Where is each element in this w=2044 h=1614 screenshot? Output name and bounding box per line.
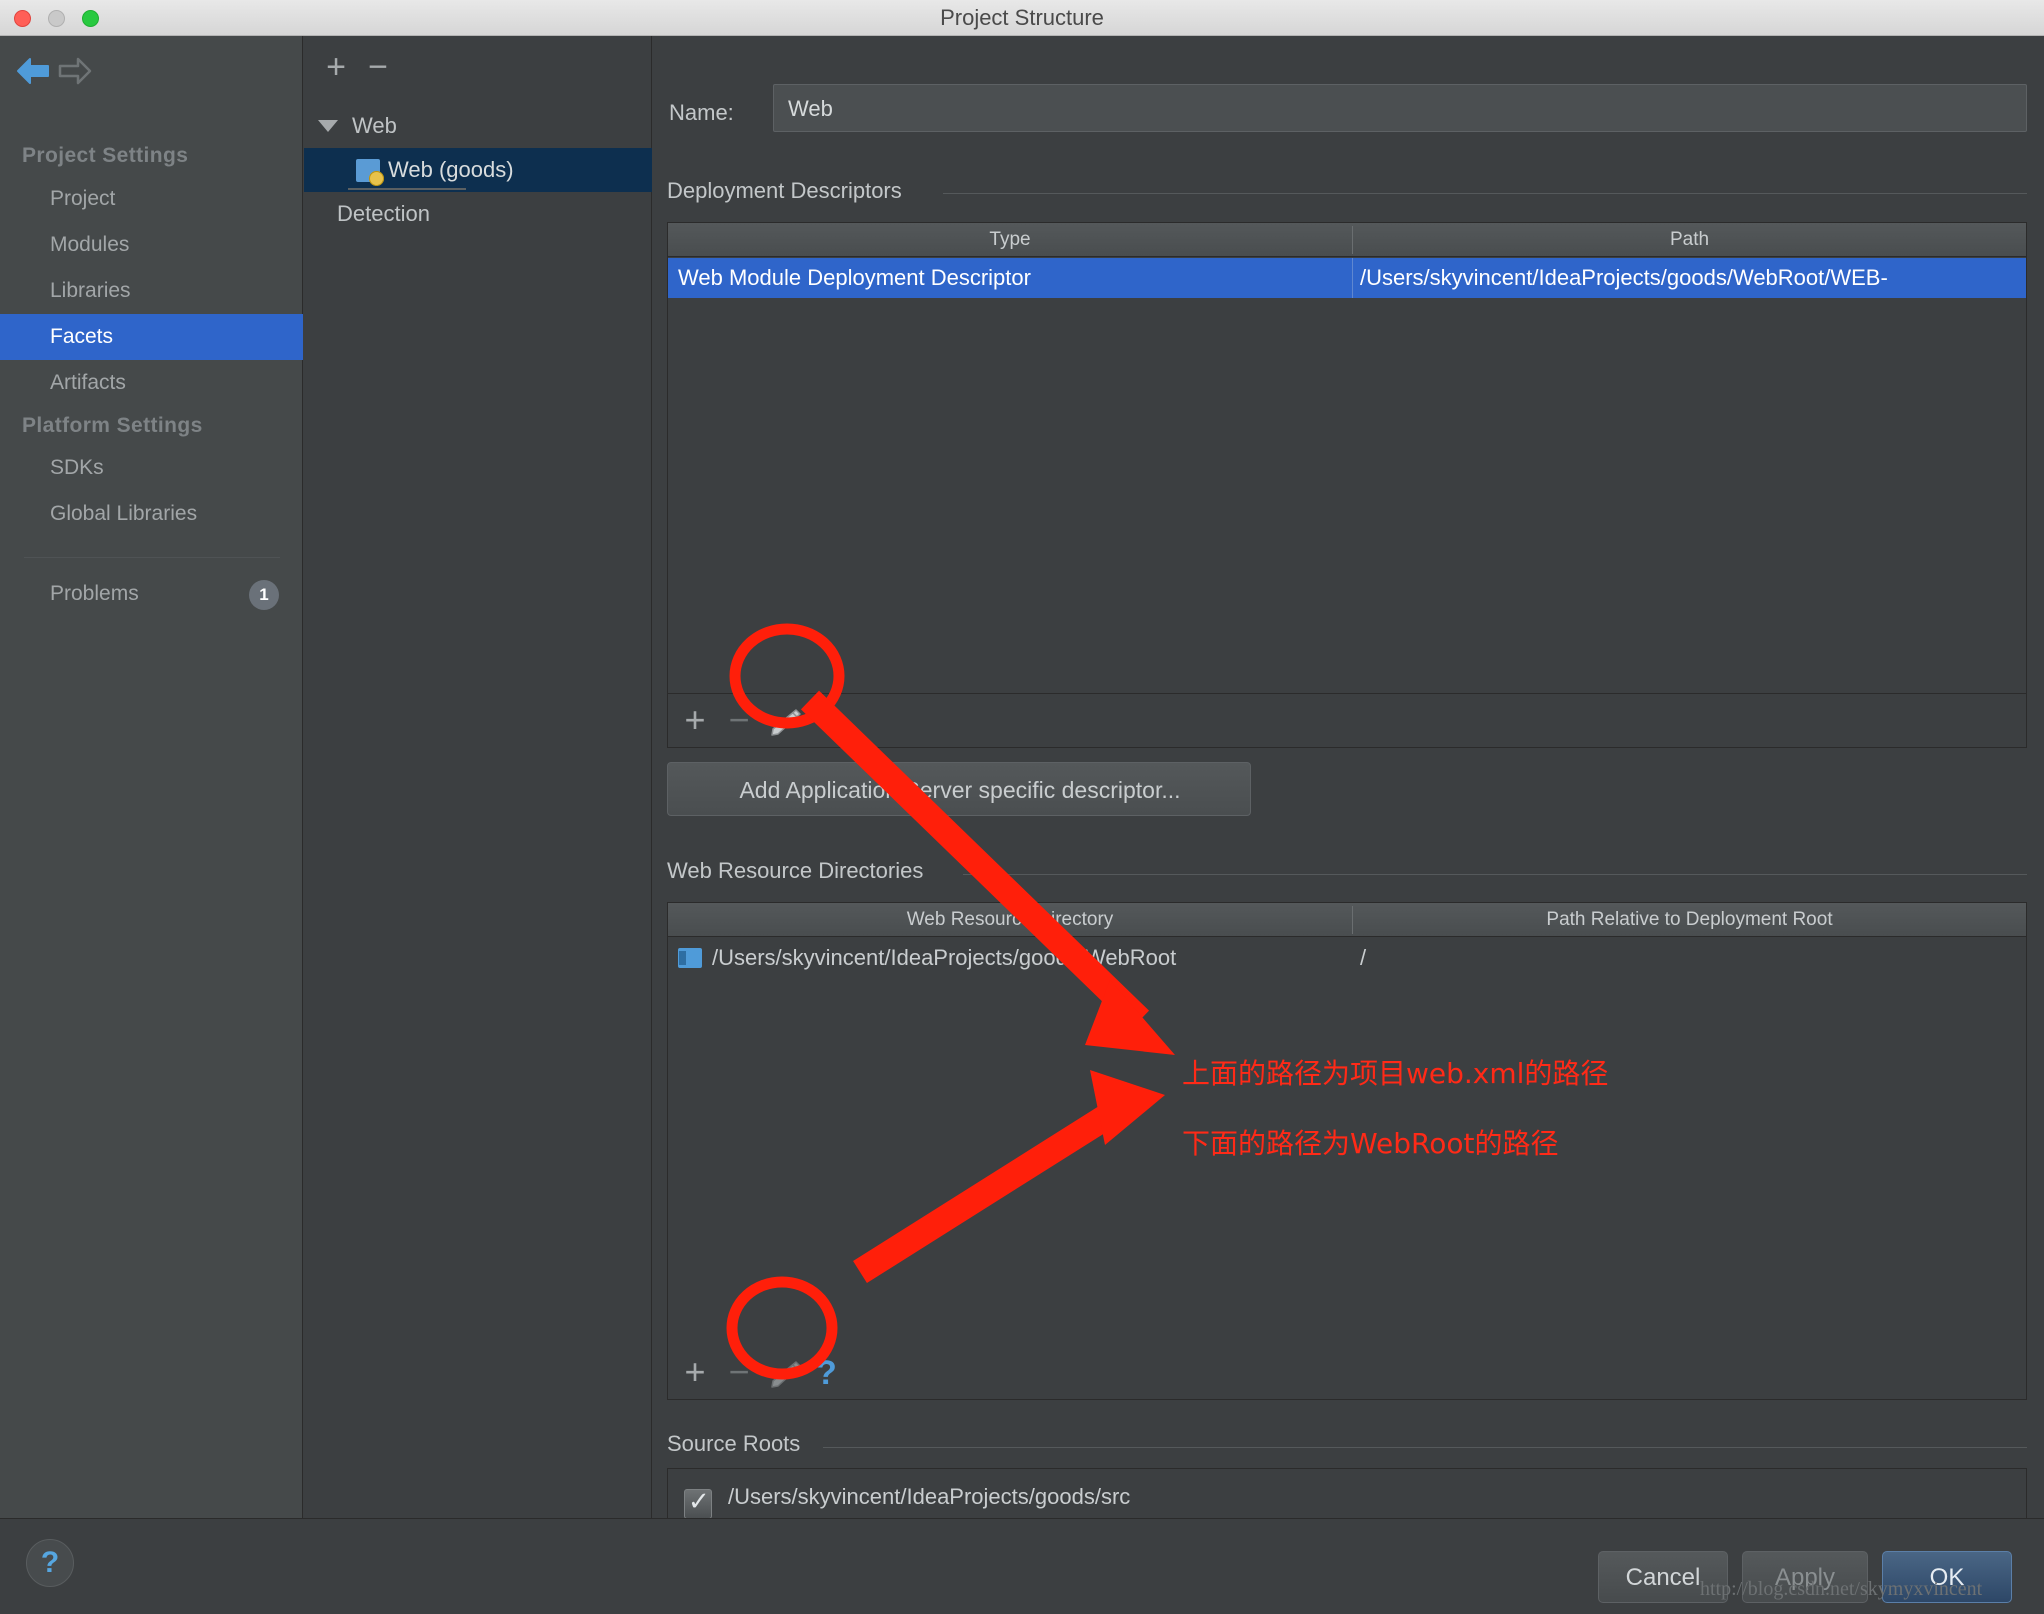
tree-node-label: Detection	[337, 201, 430, 226]
sidebar-item-project[interactable]: Project	[0, 176, 303, 222]
sidebar-item-label: Global Libraries	[50, 502, 198, 525]
add-facet-button[interactable]: +	[318, 50, 354, 86]
tree-node-web[interactable]: Web	[304, 104, 652, 148]
remove-facet-button[interactable]: −	[360, 50, 396, 86]
chevron-down-icon[interactable]	[318, 120, 338, 132]
facet-tree-toolbar: + −	[304, 44, 652, 92]
tree-node-detection[interactable]: Detection	[304, 192, 652, 236]
add-web-resource-icon-button[interactable]: +	[676, 1354, 714, 1392]
cell-path: /Users/skyvincent/IdeaProjects/goods/Web…	[1360, 265, 1888, 290]
add-app-server-descriptor-label: Add Application Server specific descript…	[739, 777, 1181, 803]
add-descriptor-icon-button[interactable]: +	[676, 702, 714, 740]
web-facet-icon	[356, 159, 384, 186]
tree-node-label: Web	[352, 113, 397, 138]
deployment-descriptors-toolbar: + −	[667, 694, 2027, 748]
question-mark-icon: ?	[40, 1546, 60, 1579]
source-root-checkbox[interactable]	[684, 1486, 712, 1519]
web-resource-help-icon-button[interactable]: ?	[816, 1354, 837, 1393]
annotation-note-top: 上面的路径为项目web.xml的路径	[1182, 1057, 1609, 1090]
window-title: Project Structure	[940, 5, 1104, 30]
remove-descriptor-icon-button[interactable]: −	[720, 702, 758, 740]
table-row[interactable]: Web Module Deployment Descriptor /Users/…	[668, 258, 2026, 298]
dialog-content: Project Settings Project Modules Librari…	[0, 36, 2044, 1536]
sidebar-item-label: SDKs	[50, 456, 104, 479]
section-rule	[823, 1447, 2027, 1448]
sidebar-item-label: Libraries	[50, 279, 131, 302]
help-button[interactable]: ?	[26, 1539, 74, 1587]
column-header-relative-path[interactable]: Path Relative to Deployment Root	[1353, 903, 2026, 937]
sidebar-group-project-settings: Project Settings	[22, 144, 189, 167]
cell-divider	[1352, 258, 1353, 298]
table-header: Web Resource Directory Path Relative to …	[668, 903, 2026, 937]
cell-relative-path: /	[1360, 945, 1367, 970]
pencil-icon[interactable]	[764, 1359, 804, 1389]
web-resource-directories-title: Web Resource Directories	[667, 858, 934, 884]
name-input[interactable]: Web	[773, 84, 2027, 132]
navigation-arrows	[10, 52, 130, 92]
arrow-left-icon[interactable]	[10, 52, 56, 90]
web-resource-directories-toolbar: + − ?	[667, 1346, 2027, 1400]
table-header: Type Path	[668, 223, 2026, 257]
cell-web-resource-directory: /Users/skyvincent/IdeaProjects/goods/Web…	[712, 945, 1177, 970]
sidebar-item-libraries[interactable]: Libraries	[0, 268, 303, 314]
column-header-path[interactable]: Path	[1353, 223, 2026, 257]
window-title-bar: Project Structure	[0, 0, 2044, 36]
pencil-icon[interactable]	[764, 707, 804, 737]
tree-node-label: Web (goods)	[388, 157, 514, 182]
cell-type: Web Module Deployment Descriptor	[678, 265, 1031, 290]
tree-separator	[348, 188, 466, 190]
sidebar-item-label: Modules	[50, 233, 130, 256]
annotation-note-bottom: 下面的路径为WebRoot的路径	[1182, 1127, 1559, 1160]
sidebar-group-platform-settings: Platform Settings	[22, 414, 203, 437]
folder-icon	[678, 948, 702, 968]
sidebar-item-label: Artifacts	[50, 371, 126, 394]
remove-web-resource-icon-button[interactable]: −	[720, 1354, 758, 1392]
table-row[interactable]: /Users/skyvincent/IdeaProjects/goods/Web…	[668, 938, 2026, 978]
sidebar-item-label: Project	[50, 187, 116, 210]
section-rule	[963, 874, 2027, 875]
sidebar-item-problems[interactable]: Problems 1	[0, 571, 303, 617]
sidebar-item-label: Problems	[50, 582, 139, 605]
deployment-descriptors-title: Deployment Descriptors	[667, 178, 912, 204]
sidebar-item-sdks[interactable]: SDKs	[0, 445, 303, 491]
table-row[interactable]: /Users/skyvincent/IdeaProjects/goods/src	[668, 1477, 2026, 1519]
sidebar-divider	[24, 557, 280, 558]
facet-details-panel: Name: Web Deployment Descriptors Type Pa…	[653, 36, 2044, 1536]
section-rule	[943, 193, 2027, 194]
cell-source-root-path: /Users/skyvincent/IdeaProjects/goods/src	[728, 1484, 1131, 1509]
watermark-text: http://blog.csdn.net/skymyxvincent	[1700, 1578, 1983, 1600]
sidebar-item-facets[interactable]: Facets	[0, 314, 303, 360]
source-roots-title: Source Roots	[667, 1431, 811, 1457]
add-app-server-descriptor-button[interactable]: Add Application Server specific descript…	[667, 762, 1251, 816]
sidebar-item-modules[interactable]: Modules	[0, 222, 303, 268]
name-input-value: Web	[788, 96, 833, 121]
sidebar-item-global-libraries[interactable]: Global Libraries	[0, 491, 303, 537]
arrow-right-icon[interactable]	[52, 52, 98, 90]
tree-node-web-goods[interactable]: Web (goods)	[304, 148, 652, 192]
problems-count-badge: 1	[249, 580, 279, 610]
facet-tree-panel: + − Web Web (goods) Detection	[304, 36, 652, 1518]
sidebar-item-artifacts[interactable]: Artifacts	[0, 360, 303, 406]
column-header-web-resource-directory[interactable]: Web Resource Directory	[668, 903, 1352, 937]
deployment-descriptors-table[interactable]: Type Path Web Module Deployment Descript…	[667, 222, 2027, 694]
name-label: Name:	[669, 100, 734, 125]
column-header-type[interactable]: Type	[668, 223, 1352, 257]
sidebar-item-label: Facets	[50, 325, 114, 348]
settings-sidebar: Project Settings Project Modules Librari…	[0, 36, 303, 1518]
